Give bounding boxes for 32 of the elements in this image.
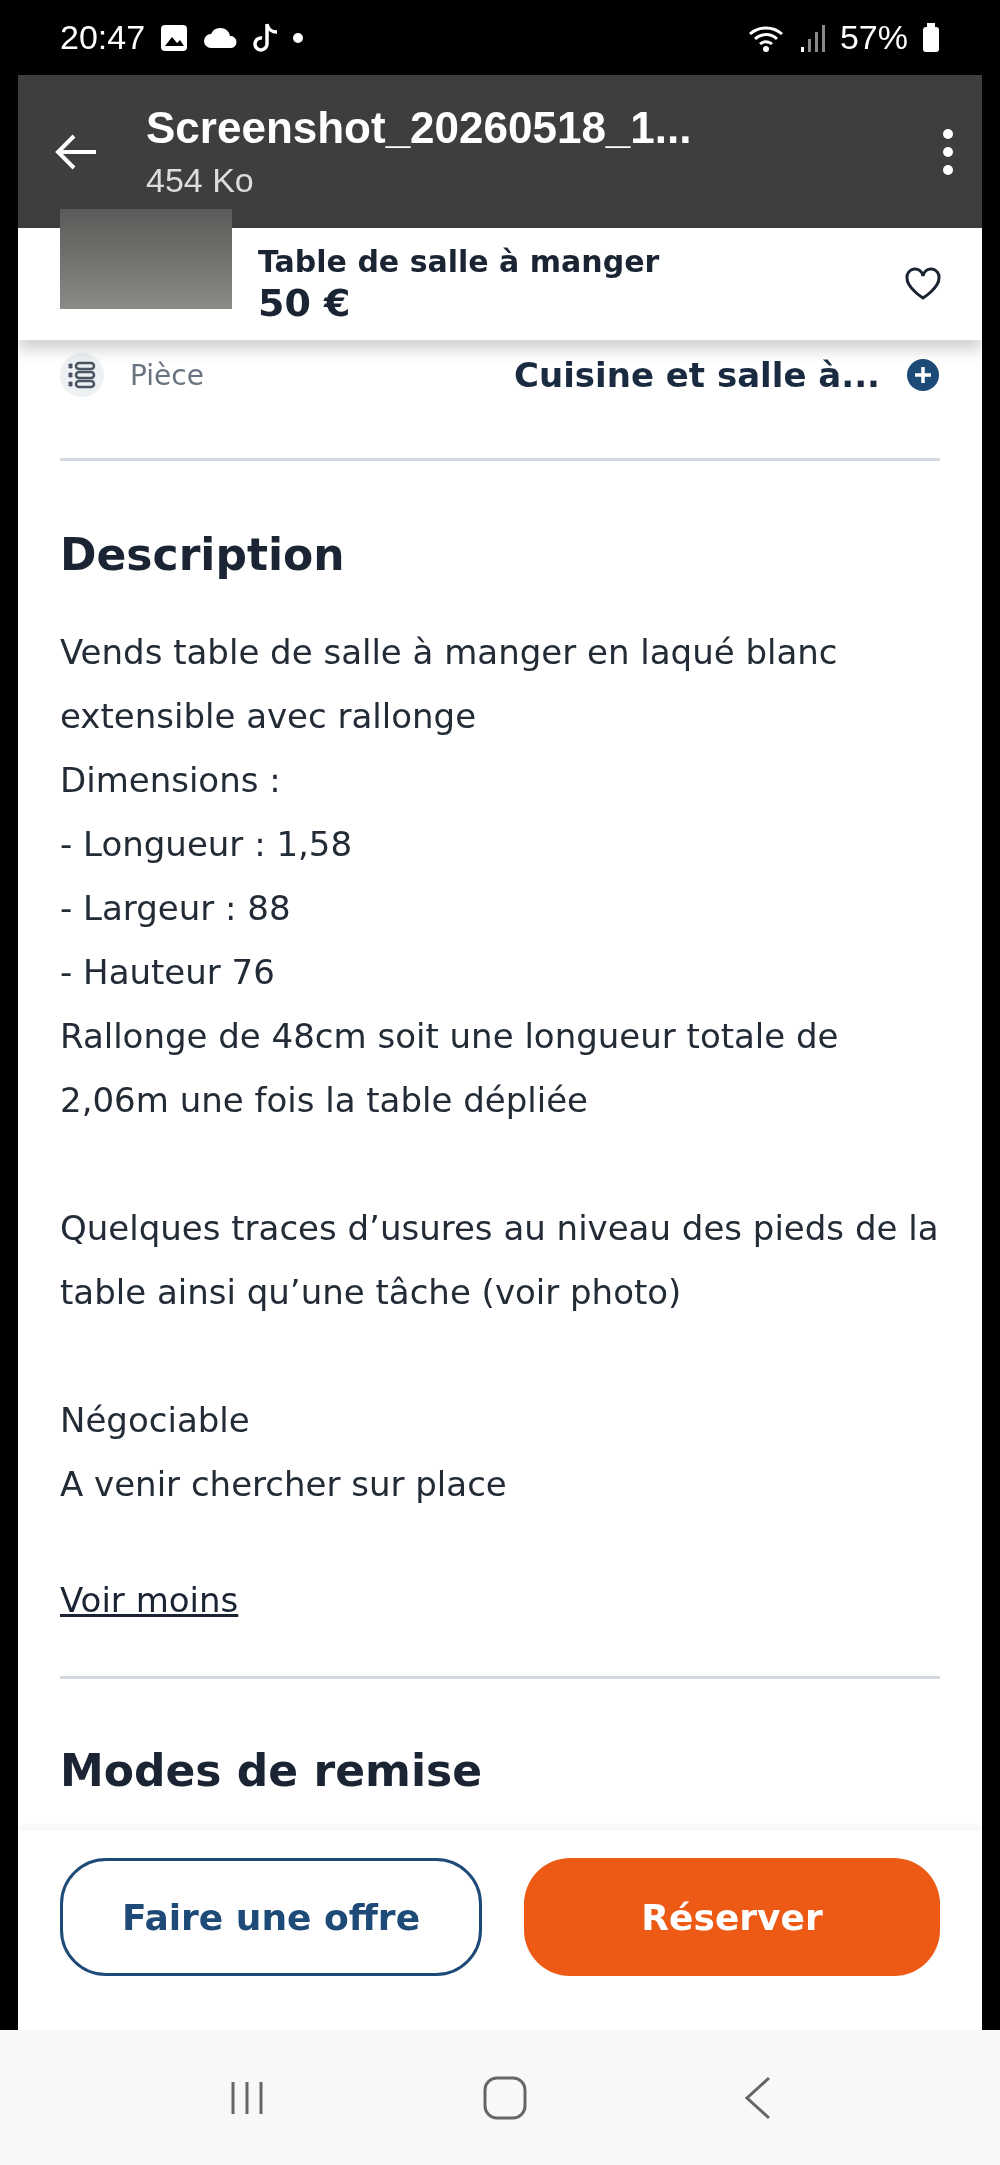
file-size: 454 Ko [146,161,255,200]
plus-circle-icon[interactable] [906,358,940,392]
section-heading: Modes de remise [60,1745,484,1796]
battery-percentage: 57% [839,18,908,57]
more-options-icon[interactable] [942,127,954,176]
description-text: Vends table de salle à manger en laqué blanc extensible avec rallonge [60,631,839,738]
show-less-link[interactable]: Voir moins [60,1580,239,1620]
home-icon[interactable] [482,2074,528,2121]
description-text: A venir chercher sur place [60,1463,508,1506]
dot-icon [293,32,304,43]
description-text: Quelques traces d’usures au niveau des pieds de la table ainsi qu’une tâche (voir photo) [60,1207,940,1314]
list-icon [60,353,104,397]
description-text: Rallonge de 48cm soit une longueur totale de 2,06m une fois la table dépliée [60,1015,840,1122]
description-text: - Longueur : 1,58 [60,823,354,866]
image-icon [159,22,190,53]
description-text: Négociable [60,1399,251,1442]
listing-title: Table de salle à manger [258,243,661,279]
attribute-value: Cuisine et salle à... [513,355,880,395]
description-text: - Largeur : 88 [60,887,292,930]
music-note-icon [253,21,280,54]
battery-icon [922,22,940,53]
signal-icon [799,22,826,53]
listing-price: 50 € [258,280,352,325]
attribute-label: Pièce [130,358,205,392]
section-heading: Description [60,529,346,580]
description-text: - Hauteur 76 [60,951,276,994]
file-name: Screenshot_20260518_1... [146,103,693,153]
description-text: Dimensions : [60,759,282,802]
status-time: 20:47 [60,18,146,57]
heart-icon[interactable] [904,267,942,301]
back-icon[interactable] [742,2074,773,2121]
offer-button[interactable]: Faire une offre [60,1858,482,1976]
